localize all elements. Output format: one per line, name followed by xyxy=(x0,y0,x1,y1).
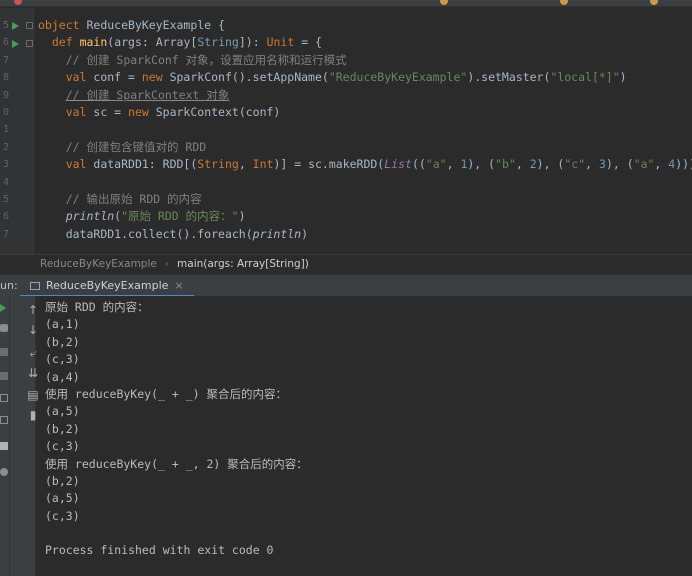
run-tool-window-header: un: ReduceByKeyExample × xyxy=(0,274,692,297)
console-toolbar: ↑ ↓ ⤶ ⇊ ▤ ▮ xyxy=(10,296,39,576)
line-number: 8 xyxy=(2,72,9,83)
grid-icon[interactable] xyxy=(0,442,8,450)
console-line: (a,5) xyxy=(45,404,80,419)
run-main-icon[interactable] xyxy=(12,40,19,48)
fold-icon[interactable] xyxy=(26,40,33,47)
line-number: 2 xyxy=(2,142,9,153)
line-number: 7 xyxy=(2,229,9,240)
tab-marker-icon xyxy=(560,0,568,5)
rerun-icon[interactable] xyxy=(0,304,6,312)
outer-toolbar xyxy=(0,296,10,576)
code-line: val sc = new SparkContext(conf) xyxy=(65,104,281,119)
console-line: (b,2) xyxy=(45,473,80,488)
line-number: 7 xyxy=(2,55,9,66)
restore-icon[interactable] xyxy=(0,416,8,424)
console-line: 使用 reduceByKey(_ + _, 2) 聚合后的内容： xyxy=(45,456,308,471)
camera-icon[interactable] xyxy=(0,372,8,380)
console-line: 原始 RDD 的内容： xyxy=(45,300,149,314)
layout-icon[interactable] xyxy=(0,394,8,402)
code-line: // 创建包含键值对的 RDD xyxy=(65,139,207,154)
breadcrumb-method[interactable]: main(args: Array[String]) xyxy=(177,258,309,270)
line-number: 9 xyxy=(2,90,9,101)
tab-marker-icon xyxy=(440,0,448,5)
tab-run-config[interactable]: ReduceByKeyExample × xyxy=(20,275,194,297)
code-lines: object ReduceByKeyExample { def main(arg… xyxy=(38,17,692,243)
console-line: (a,1) xyxy=(45,317,80,332)
line-number: 6 xyxy=(2,211,9,222)
run-object-icon[interactable] xyxy=(12,22,19,30)
line-number: 1 xyxy=(2,124,9,135)
console-line: (c,3) xyxy=(45,439,80,454)
console-line: (b,2) xyxy=(45,421,80,436)
console-line: (a,4) xyxy=(45,369,80,384)
editor-tab-strip xyxy=(0,0,692,7)
line-number: 4 xyxy=(2,177,9,188)
scroll-to-end-icon[interactable]: ⇊ xyxy=(26,366,40,380)
console-line: 使用 reduceByKey(_ + _) 聚合后的内容： xyxy=(45,386,287,401)
console-line: (a,5) xyxy=(45,491,80,506)
close-icon[interactable]: × xyxy=(174,279,183,292)
fold-icon[interactable] xyxy=(26,22,33,29)
run-label: un: xyxy=(0,279,18,292)
line-number: 6 xyxy=(2,37,9,48)
code-line: def main(args: Array[String]): Unit = { xyxy=(51,35,322,50)
stop-icon[interactable] xyxy=(0,348,8,356)
run-console: ↑ ↓ ⤶ ⇊ ▤ ▮ 原始 RDD 的内容： (a,1) (b,2) (c,3… xyxy=(0,296,692,576)
editor-gutter: 5 6 7 8 9 0 1 2 3 4 5 6 7 xyxy=(0,8,34,254)
console-icon xyxy=(30,282,40,290)
code-line: println("原始 RDD 的内容：") xyxy=(65,209,246,224)
console-line: (c,3) xyxy=(45,352,80,367)
tab-marker-icon xyxy=(14,0,22,5)
breadcrumb-object[interactable]: ReduceByKeyExample xyxy=(40,258,157,270)
code-line: // 创建 SparkContext 对象 xyxy=(65,87,230,102)
pin-icon[interactable] xyxy=(0,468,8,476)
chevron-right-icon: › xyxy=(164,258,170,270)
code-line: // 输出原始 RDD 的内容 xyxy=(65,191,202,206)
breadcrumb: ReduceByKeyExample › main(args: Array[Stri… xyxy=(0,254,692,274)
code-line: val conf = new SparkConf().setAppName("R… xyxy=(65,70,627,85)
code-line: val dataRDD1: RDD[(String, Int)] = sc.ma… xyxy=(65,157,692,172)
tab-marker-icon xyxy=(650,0,658,5)
line-number: 0 xyxy=(2,107,9,118)
code-line: object ReduceByKeyExample { xyxy=(38,18,225,32)
console-line: (b,2) xyxy=(45,334,80,349)
up-arrow-icon[interactable]: ↑ xyxy=(26,303,40,317)
console-line: (c,3) xyxy=(45,508,80,523)
code-line: dataRDD1.collect().foreach(println) xyxy=(65,226,309,241)
console-output: 原始 RDD 的内容： (a,1) (b,2) (c,3) (a,4) 使用 r… xyxy=(45,299,308,560)
wrench-icon[interactable] xyxy=(0,324,8,332)
tab-label: ReduceByKeyExample xyxy=(46,279,169,292)
down-arrow-icon[interactable]: ↓ xyxy=(26,323,40,337)
line-number: 3 xyxy=(2,159,9,170)
soft-wrap-icon[interactable]: ⤶ xyxy=(26,346,40,360)
code-editor[interactable]: 5 6 7 8 9 0 1 2 3 4 5 6 7 object ReduceB… xyxy=(0,8,692,254)
line-number: 5 xyxy=(2,194,9,205)
console-line: Process finished with exit code 0 xyxy=(45,543,274,558)
code-line: // 创建 SparkConf 对象，设置应用名称和运行模式 xyxy=(65,52,347,67)
trash-icon[interactable]: ▮ xyxy=(26,408,40,422)
print-icon[interactable]: ▤ xyxy=(26,388,40,402)
line-number: 5 xyxy=(2,20,9,31)
